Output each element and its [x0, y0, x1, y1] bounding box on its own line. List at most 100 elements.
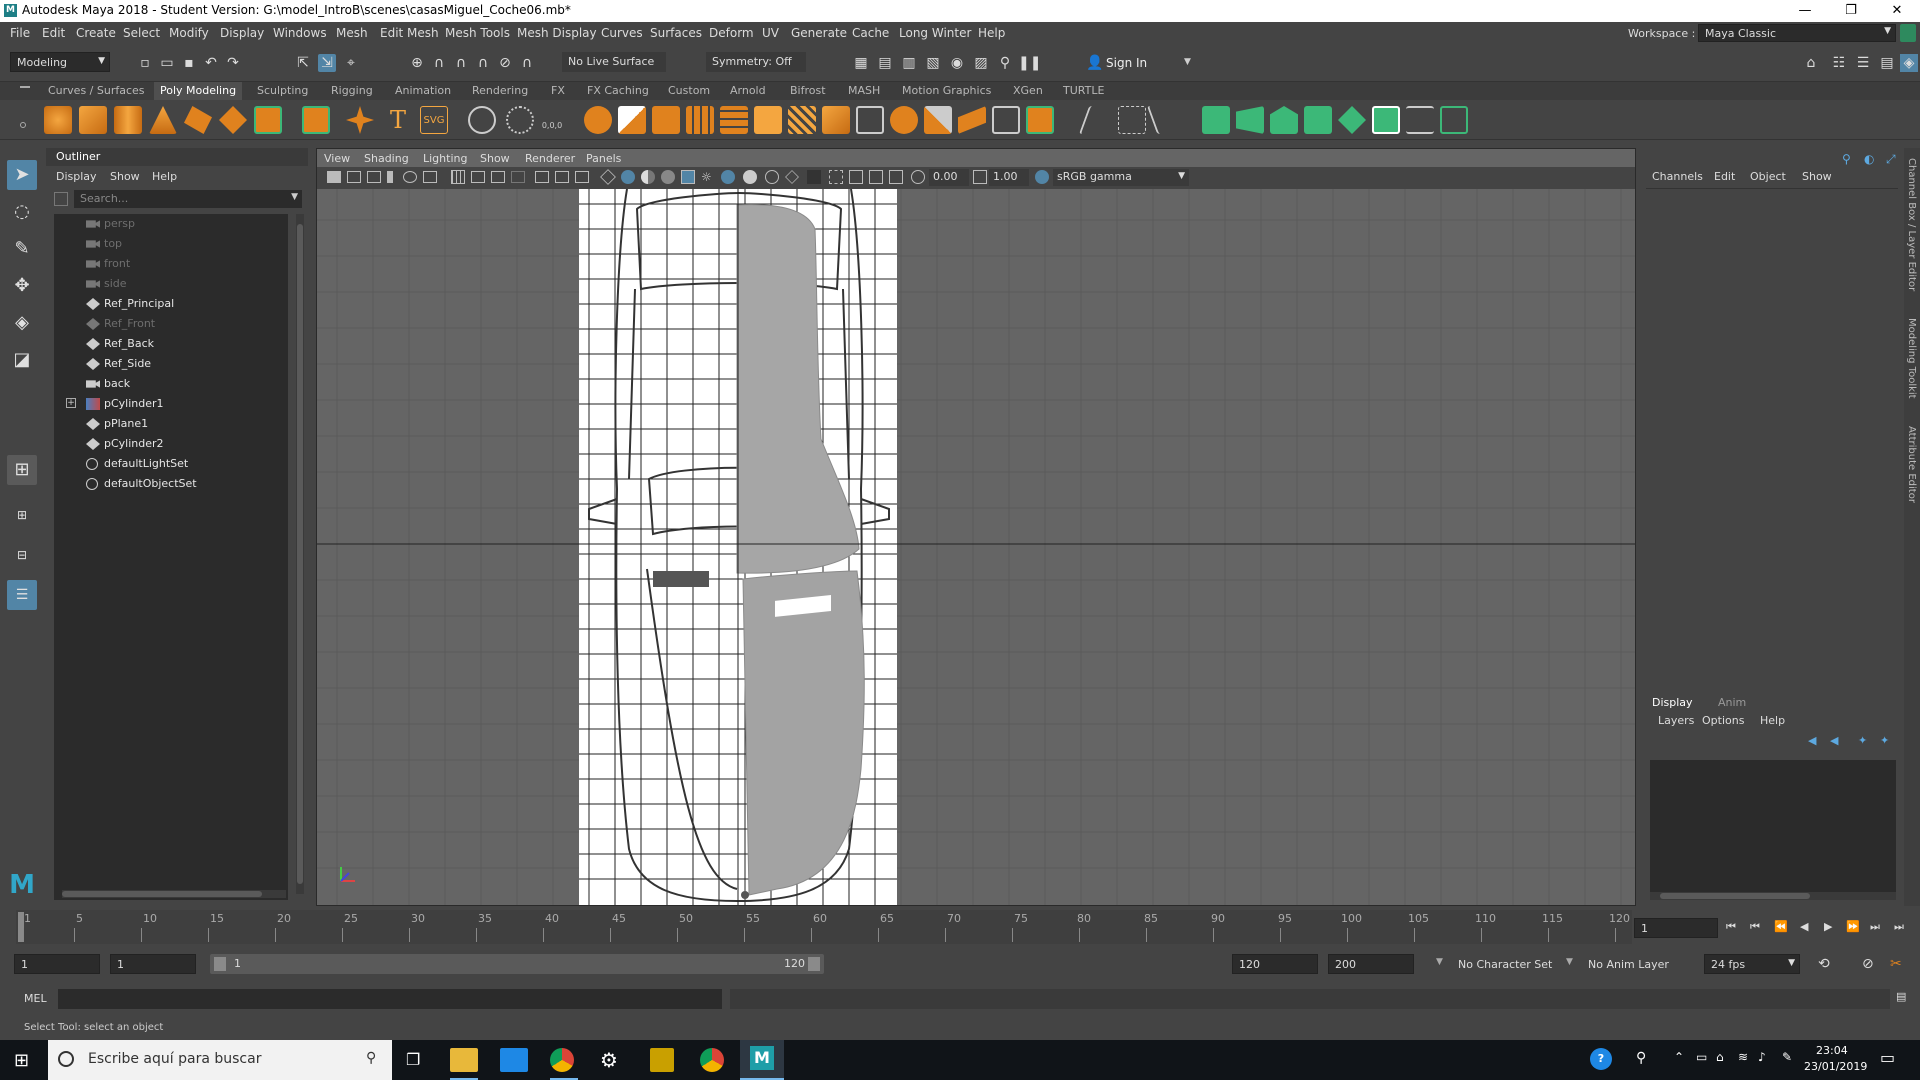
move-layer-down-icon[interactable]: ◀ — [1830, 734, 1838, 747]
image-plane-icon[interactable] — [387, 171, 393, 183]
outliner-item-side[interactable]: side — [54, 274, 288, 294]
play-backwards-icon[interactable]: ◀ — [1800, 920, 1808, 933]
wedge-icon[interactable] — [958, 106, 986, 134]
scale-tool-icon[interactable]: ◪ — [7, 345, 37, 375]
render-setup-icon[interactable]: ▨ — [972, 54, 990, 72]
ipr-render-icon[interactable]: ▥ — [900, 54, 918, 72]
platonic-solid-icon[interactable] — [302, 106, 330, 134]
fill-hole-icon[interactable] — [924, 106, 952, 134]
gamma-icon[interactable] — [973, 170, 987, 184]
bevel-icon[interactable] — [686, 106, 714, 134]
scrollbar-thumb[interactable] — [297, 224, 303, 884]
channel-menu-channels[interactable]: Channels — [1652, 170, 1703, 183]
film-gate-icon[interactable] — [471, 171, 485, 183]
animation-start-field[interactable]: 1 — [14, 954, 100, 974]
snap-projected-icon[interactable]: ∩ — [474, 54, 492, 72]
planar-map-icon[interactable] — [1236, 106, 1264, 134]
channel-menu-object[interactable]: Object — [1750, 170, 1786, 183]
minimize-button[interactable]: — — [1782, 0, 1828, 22]
symmetrize-icon[interactable] — [1026, 106, 1054, 134]
freeze-transforms-icon[interactable]: 0,0,0 — [538, 106, 566, 134]
new-scene-icon[interactable]: ▫ — [136, 54, 154, 72]
layer-menu-options[interactable]: Options — [1702, 714, 1744, 727]
menu-mesh-display[interactable]: Mesh Display — [517, 26, 597, 40]
side-tab-modeling-toolkit[interactable]: Modeling Toolkit — [1906, 318, 1917, 399]
symmetry-dropdown[interactable]: Symmetry: Off — [706, 52, 806, 72]
outliner-search-input[interactable]: Search... ▼ — [74, 190, 302, 208]
attribute-editor-icon[interactable]: ☷ — [1830, 54, 1848, 72]
display-mode-icon[interactable] — [889, 170, 903, 184]
channel-menu-edit[interactable]: Edit — [1714, 170, 1735, 183]
layer-horizontal-scrollbar[interactable] — [1650, 892, 1896, 900]
measure-tool-icon[interactable] — [468, 106, 496, 134]
outliner-menu-show[interactable]: Show — [110, 170, 140, 183]
step-back-key-icon[interactable]: ⏮ — [1750, 920, 1760, 934]
safe-action-icon[interactable] — [555, 171, 569, 183]
quad-draw-icon[interactable] — [1078, 106, 1118, 134]
volume-icon[interactable]: ♪ — [1758, 1050, 1766, 1064]
tab-sculpting[interactable]: Sculpting — [257, 84, 308, 97]
current-frame-field[interactable]: 1 — [1634, 918, 1718, 938]
chevron-down-icon[interactable]: ▼ — [1184, 57, 1191, 67]
shelf-menu-icon[interactable] — [20, 86, 30, 88]
character-set-label[interactable]: No Character Set — [1458, 958, 1552, 971]
layer-tab-anim[interactable]: Anim — [1718, 696, 1746, 709]
smooth-icon[interactable] — [652, 106, 680, 134]
poly-plane-icon[interactable] — [219, 106, 247, 134]
menu-edit[interactable]: Edit — [42, 26, 65, 40]
viewport-menu-view[interactable]: View — [324, 152, 350, 165]
illustrator-icon[interactable] — [650, 1048, 674, 1072]
range-end-handle[interactable] — [808, 957, 820, 971]
single-perspective-layout-icon[interactable]: ⊞ — [7, 455, 37, 485]
outliner-menu-display[interactable]: Display — [56, 170, 97, 183]
workspace-dropdown[interactable]: Maya Classic ▼ — [1698, 24, 1896, 42]
anim-layer-label[interactable]: No Anim Layer — [1588, 958, 1669, 971]
snap-grid-icon[interactable]: ⊕ — [408, 54, 426, 72]
sign-in-button[interactable]: Sign In — [1106, 56, 1147, 70]
menu-mesh[interactable]: Mesh — [336, 26, 368, 40]
filter-icon[interactable] — [54, 192, 68, 206]
channel-box-toggle-icon[interactable]: ▤ — [1878, 54, 1896, 72]
outliner-item-persp[interactable]: persp — [54, 214, 288, 234]
taskbar-search-box[interactable]: Escribe aquí para buscar ⚲ — [48, 1040, 392, 1080]
extrude-icon[interactable] — [754, 106, 782, 134]
menu-long-winter[interactable]: Long Winter — [899, 26, 971, 40]
outliner-item-top[interactable]: top — [54, 234, 288, 254]
unfold-uv-icon[interactable] — [1338, 106, 1366, 134]
camera-attributes-icon[interactable] — [347, 171, 361, 183]
anim-prefs-icon[interactable]: ✂ — [1890, 956, 1902, 972]
menu-file[interactable]: File — [10, 26, 30, 40]
outliner-item-front[interactable]: front — [54, 254, 288, 274]
side-tab-channel-box[interactable]: Channel Box / Layer Editor — [1906, 158, 1917, 291]
pause-icon[interactable]: ❚❚ — [1018, 54, 1041, 72]
poly-disc-icon[interactable] — [254, 106, 282, 134]
show-hidden-icons-icon[interactable]: ⌃ — [1674, 1050, 1684, 1064]
persp-outliner-layout-icon[interactable]: ⊟ — [7, 540, 37, 570]
loop-icon[interactable]: ⟲ — [1818, 956, 1830, 972]
combine-icon[interactable] — [584, 106, 612, 134]
2d-pan-zoom-icon[interactable] — [403, 171, 417, 183]
poke-icon[interactable] — [890, 106, 918, 134]
chrome-icon[interactable] — [550, 1048, 574, 1072]
redo-icon[interactable]: ↷ — [224, 54, 242, 72]
outliner-item-pcylinder1[interactable]: + pCylinder1 — [54, 394, 288, 414]
snap-live-icon[interactable]: ∩ — [518, 54, 536, 72]
menu-windows[interactable]: Windows — [273, 26, 327, 40]
windows-start-icon[interactable]: ⊞ — [14, 1050, 29, 1071]
modeling-toolkit-icon[interactable]: ⌂ — [1802, 54, 1820, 72]
menuset-dropdown[interactable]: Modeling ▼ — [10, 52, 110, 72]
script-editor-icon[interactable]: ▤ — [1896, 990, 1906, 1003]
xray-joints-icon[interactable] — [849, 170, 863, 184]
chevron-down-icon[interactable]: ▼ — [1436, 957, 1443, 967]
move-layer-up-icon[interactable]: ◀ — [1808, 734, 1816, 747]
open-scene-icon[interactable]: ▭ — [158, 54, 176, 72]
poly-cylinder-icon[interactable] — [114, 106, 142, 134]
use-all-lights-icon[interactable]: ☼ — [701, 170, 715, 184]
viewport-menu-show[interactable]: Show — [480, 152, 510, 165]
resolution-gate-icon[interactable] — [491, 171, 505, 183]
outliner-layout-icon[interactable]: ☰ — [7, 580, 37, 610]
viewport-menu-panels[interactable]: Panels — [586, 152, 621, 165]
grid-icon[interactable] — [451, 170, 465, 184]
help-icon[interactable]: ? — [1590, 1048, 1612, 1070]
outliner-item-pplane1[interactable]: pPlane1 — [54, 414, 288, 434]
